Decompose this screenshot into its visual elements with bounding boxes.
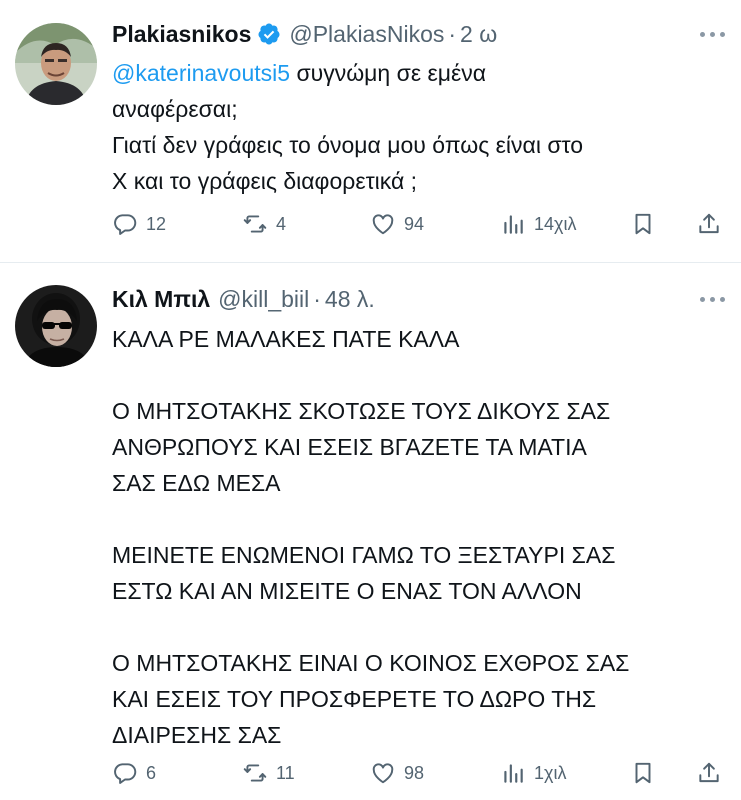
bookmark-button[interactable] [630,206,656,242]
handle[interactable]: @kill_biil [218,286,309,313]
timestamp[interactable]: 2 ω [460,21,497,48]
tweet-header: Plakiasnikos @PlakiasNikos · 2 ω [112,16,725,52]
tweet-line [112,609,725,645]
reply-button[interactable]: 12 [112,206,166,242]
avatar[interactable] [15,285,97,367]
reply-icon [114,214,137,235]
views-chart-icon [504,215,523,234]
like-count: 94 [404,213,425,234]
tweet-line: ΚΑΙ ΕΣΕΙΣ ΤΟΥ ΠΡΟΣΦΕΡΕΤΕ ΤΟ ΔΩΡΟ ΤΗΣ [112,686,597,712]
tweet-line: Ο ΜΗΤΣΟΤΑΚΗΣ ΣΚΟΤΩΣΕ ΤΟΥΣ ΔΙΚΟΥΣ ΣΑΣ [112,398,611,424]
reply-count: 12 [146,213,167,234]
tweet-text: ΚΑΛΑ ΡΕ ΜΑΛΑΚΕΣ ΠΑΤΕ ΚΑΛΑ Ο ΜΗΤΣΟΤΑΚΗΣ Σ… [112,321,725,753]
display-name[interactable]: Κιλ Μπιλ [112,286,210,313]
like-button[interactable]: 98 [370,755,424,791]
tweet-line: Χ και το γράφεις διαφορετικά ; [112,168,418,194]
tweet-line: αναφέρεσαι; [112,96,238,122]
avatar-photo [15,23,97,105]
action-bar: 12 4 94 14χιλ [112,206,724,242]
tweet-line [112,357,725,393]
tweet-line [112,501,725,537]
tweet-line: @katerinavoutsi5 συγνώμη σε εμένα [112,60,487,86]
tweet[interactable]: Κιλ Μπιλ @kill_biil · 48 λ. ΚΑΛΑ ΡΕ ΜΑΛΑ… [0,263,741,800]
retweet-count: 11 [276,762,295,783]
retweet-button[interactable]: 4 [242,206,286,242]
share-button[interactable] [696,755,722,791]
tweet-line: ΔΙΑΙΡΕΣΗΣ ΣΑΣ [112,722,282,748]
like-count: 98 [404,762,425,783]
views-count: 14χιλ [534,213,577,234]
views-button[interactable]: 1χιλ [500,755,566,791]
heart-icon [372,214,394,235]
tweet-text: @katerinavoutsi5 συγνώμη σε εμένα αναφέρ… [112,55,725,199]
display-name[interactable]: Plakiasnikos [112,21,251,48]
like-button[interactable]: 94 [370,206,424,242]
tweet-line: Ο ΜΗΤΣΟΤΑΚΗΣ ΕΙΝΑΙ Ο ΚΟΙΝΟΣ ΕΧΘΡΟΣ ΣΑΣ [112,650,630,676]
tweet-line: Γιατί δεν γράφεις το όνομα μου όπως είνα… [112,132,584,158]
retweet-icon [243,764,267,782]
reply-button[interactable]: 6 [112,755,156,791]
avatar-photo [15,285,97,367]
separator-dot: · [448,20,457,47]
heart-icon [372,763,394,784]
share-icon [699,213,719,234]
bookmark-button[interactable] [630,755,656,791]
retweet-count: 4 [276,213,287,234]
timestamp[interactable]: 48 λ. [325,286,375,313]
separator-dot: · [313,285,321,312]
bookmark-icon [635,762,651,784]
more-options-icon[interactable] [700,16,725,52]
tweet-line: ΣΑΣ ΕΔΩ ΜΕΣΑ [112,470,281,496]
share-icon [699,762,719,783]
views-chart-icon [504,764,523,783]
share-button[interactable] [696,206,722,242]
verified-badge-icon [258,23,280,45]
handle[interactable]: @PlakiasNikos [289,21,444,48]
tweet-line: ΕΣΤΩ ΚΑΙ ΑΝ ΜΙΣΕΙΤΕ Ο ΕΝΑΣ ΤΟΝ ΑΛΛΟΝ [112,578,582,604]
avatar[interactable] [15,23,97,105]
tweet-line: ΑΝΘΡΩΠΟΥΣ ΚΑΙ ΕΣΕΙΣ ΒΓΑΖΕΤΕ ΤΑ ΜΑΤΙΑ [112,434,587,460]
reply-icon [114,763,137,784]
tweet-line: ΜΕΙΝΕΤΕ ΕΝΩΜΕΝΟΙ ΓΑΜΩ ΤΟ ΞΕΣΤΑΥΡΙ ΣΑΣ [112,542,616,568]
tweet-header: Κιλ Μπιλ @kill_biil · 48 λ. [112,281,725,317]
reply-count: 6 [146,762,157,783]
bookmark-icon [635,213,651,235]
tweet-line: ΚΑΛΑ ΡΕ ΜΑΛΑΚΕΣ ΠΑΤΕ ΚΑΛΑ [112,326,460,352]
views-count: 1χιλ [534,762,567,783]
mention-link[interactable]: @katerinavoutsi5 [112,60,290,86]
retweet-icon [243,215,267,233]
action-bar: 6 11 98 1χιλ [112,755,724,791]
more-options-icon[interactable] [700,281,725,317]
retweet-button[interactable]: 11 [242,755,295,791]
tweet[interactable]: Plakiasnikos @PlakiasNikos · 2 ω @kateri… [0,0,741,263]
views-button[interactable]: 14χιλ [500,206,576,242]
